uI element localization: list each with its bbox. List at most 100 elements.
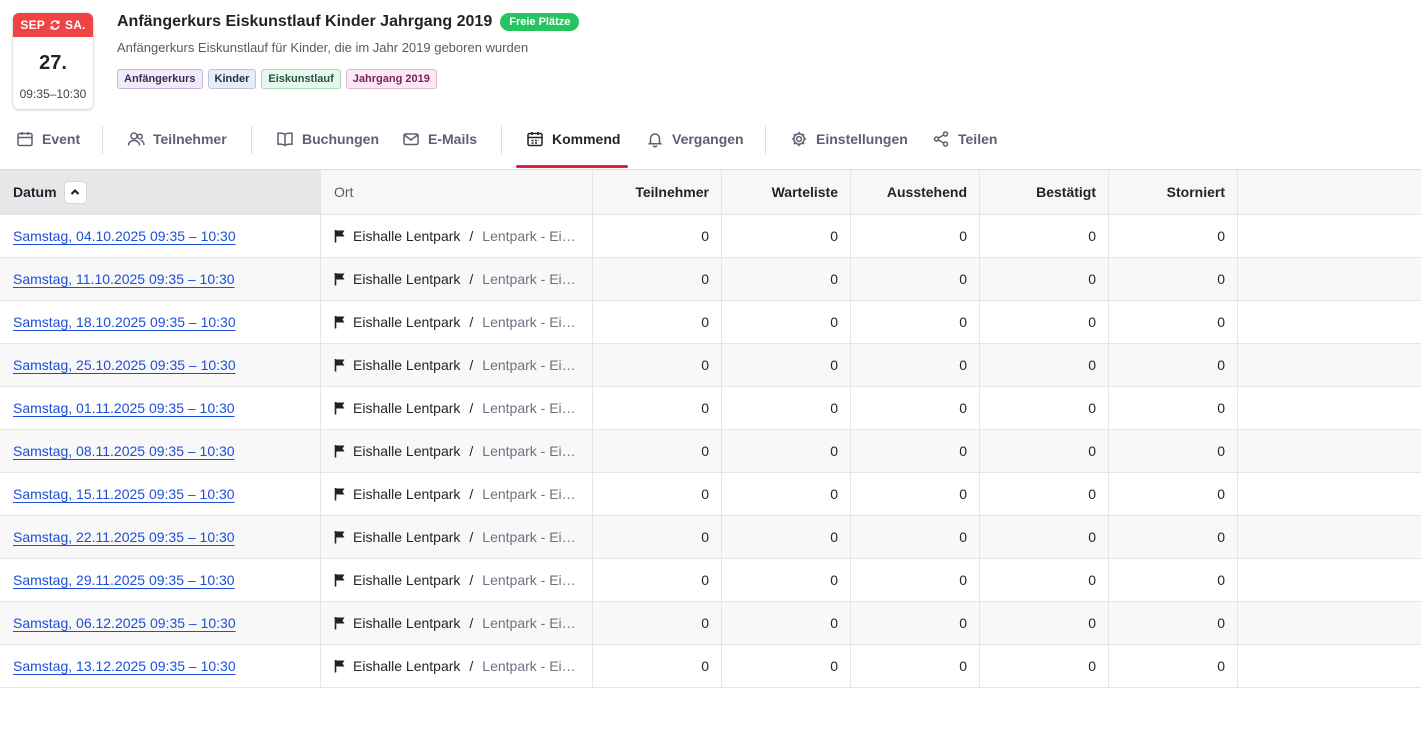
location: Eishalle Lentpark / Lentpark - Eisfläche (334, 486, 584, 502)
count-value: 0 (830, 357, 838, 373)
sublocation-link[interactable]: Lentpark - Eisfläche (482, 357, 580, 373)
occurrence-date-link[interactable]: Samstag, 22.11.2025 09:35 – 10:30 (13, 529, 235, 545)
sublocation-link[interactable]: Lentpark - Eisfläche (482, 615, 580, 631)
count-value: 0 (959, 314, 967, 330)
sublocation-link[interactable]: Lentpark - Eisfläche (482, 443, 580, 459)
count-value: 0 (830, 658, 838, 674)
teilnehmer-count: 0 (593, 301, 722, 343)
location: Eishalle Lentpark / Lentpark - Eisfläche (334, 357, 584, 373)
warteliste-count: 0 (722, 215, 851, 257)
occurrence-date-link[interactable]: Samstag, 06.12.2025 09:35 – 10:30 (13, 615, 236, 631)
location-cell: Eishalle Lentpark / Lentpark - Eisfläche (321, 602, 593, 644)
date-cell: Samstag, 01.11.2025 09:35 – 10:30 (0, 387, 321, 429)
column-header-teilnehmer[interactable]: Teilnehmer (593, 170, 722, 214)
occurrence-date-link[interactable]: Samstag, 18.10.2025 09:35 – 10:30 (13, 314, 236, 330)
location-cell: Eishalle Lentpark / Lentpark - Eisfläche (321, 344, 593, 386)
count-value: 0 (1217, 615, 1225, 631)
sublocation-link[interactable]: Lentpark - Eisfläche (482, 486, 580, 502)
sublocation-link[interactable]: Lentpark - Eisfläche (482, 314, 580, 330)
count-value: 0 (1088, 400, 1096, 416)
tab-kommend[interactable]: Kommend (526, 124, 620, 154)
teilnehmer-count: 0 (593, 645, 722, 687)
column-header-ort[interactable]: Ort (321, 170, 593, 214)
sublocation-link[interactable]: Lentpark - Eisfläche (482, 658, 580, 674)
event-header: SEP SA. 27. 09:35–10:30 Anfängerkurs Eis… (0, 0, 1421, 124)
location-name: Eishalle Lentpark (353, 572, 461, 588)
tab-label: Vergangen (672, 131, 744, 147)
ausstehend-count: 0 (851, 602, 980, 644)
storniert-count: 0 (1109, 473, 1238, 515)
location-name: Eishalle Lentpark (353, 228, 461, 244)
location-name: Eishalle Lentpark (353, 443, 461, 459)
occurrence-date-link[interactable]: Samstag, 25.10.2025 09:35 – 10:30 (13, 357, 236, 373)
occurrence-date-link[interactable]: Samstag, 13.12.2025 09:35 – 10:30 (13, 658, 236, 674)
count-value: 0 (1088, 314, 1096, 330)
location-name: Eishalle Lentpark (353, 658, 461, 674)
tab-einstellungen[interactable]: Einstellungen (790, 124, 908, 154)
occurrence-date-link[interactable]: Samstag, 01.11.2025 09:35 – 10:30 (13, 400, 235, 416)
count-value: 0 (701, 228, 709, 244)
tab-vergangen[interactable]: Vergangen (646, 124, 744, 154)
warteliste-count: 0 (722, 344, 851, 386)
occurrence-date-link[interactable]: Samstag, 04.10.2025 09:35 – 10:30 (13, 228, 236, 244)
sort-ascending-button[interactable] (64, 181, 86, 203)
teilnehmer-count: 0 (593, 473, 722, 515)
sublocation-link[interactable]: Lentpark - Eisfläche (482, 529, 580, 545)
column-header-datum[interactable]: Datum (0, 170, 321, 214)
event-tags: Anfängerkurs Kinder Eiskunstlauf Jahrgan… (117, 69, 437, 89)
teilnehmer-count: 0 (593, 258, 722, 300)
count-value: 0 (701, 443, 709, 459)
location-cell: Eishalle Lentpark / Lentpark - Eisfläche (321, 430, 593, 472)
tag[interactable]: Kinder (207, 69, 257, 89)
tab-label: Kommend (552, 131, 621, 147)
event-day: 27. (39, 52, 67, 74)
tab-teilen[interactable]: Teilen (932, 124, 997, 154)
column-header-storniert[interactable]: Storniert (1109, 170, 1238, 214)
storniert-count: 0 (1109, 559, 1238, 601)
occurrence-date-link[interactable]: Samstag, 29.11.2025 09:35 – 10:30 (13, 572, 235, 588)
sublocation-link[interactable]: Lentpark - Eisfläche (482, 271, 580, 287)
tab-divider (765, 126, 766, 154)
count-value: 0 (1217, 228, 1225, 244)
bestaetigt-count: 0 (980, 559, 1109, 601)
bestaetigt-count: 0 (980, 602, 1109, 644)
flag-icon (334, 359, 345, 372)
event-date-card: SEP SA. 27. 09:35–10:30 (13, 13, 93, 109)
column-header-ausstehend[interactable]: Ausstehend (851, 170, 980, 214)
tag[interactable]: Jahrgang 2019 (345, 69, 437, 89)
sublocation-link[interactable]: Lentpark - Eisfläche (482, 572, 580, 588)
ausstehend-count: 0 (851, 559, 980, 601)
occurrence-date-link[interactable]: Samstag, 11.10.2025 09:35 – 10:30 (13, 271, 235, 287)
occurrences-table: Datum Ort Teilnehmer Warteliste Ausstehe… (0, 170, 1421, 688)
table-header-row: Datum Ort Teilnehmer Warteliste Ausstehe… (0, 170, 1421, 215)
bestaetigt-count: 0 (980, 645, 1109, 687)
column-header-warteliste[interactable]: Warteliste (722, 170, 851, 214)
location: Eishalle Lentpark / Lentpark - Eisfläche (334, 615, 584, 631)
location: Eishalle Lentpark / Lentpark - Eisfläche (334, 314, 584, 330)
tab-divider (102, 126, 103, 154)
location-cell: Eishalle Lentpark / Lentpark - Eisfläche (321, 473, 593, 515)
occurrence-date-link[interactable]: Samstag, 15.11.2025 09:35 – 10:30 (13, 486, 235, 502)
ausstehend-count: 0 (851, 645, 980, 687)
location-cell: Eishalle Lentpark / Lentpark - Eisfläche (321, 387, 593, 429)
tag[interactable]: Eiskunstlauf (261, 69, 341, 89)
table-row: Samstag, 25.10.2025 09:35 – 10:30 Eishal… (0, 344, 1421, 387)
sublocation-link[interactable]: Lentpark - Eisfläche (482, 228, 580, 244)
column-header-bestaetigt[interactable]: Bestätigt (980, 170, 1109, 214)
storniert-count: 0 (1109, 387, 1238, 429)
bestaetigt-count: 0 (980, 516, 1109, 558)
flag-icon (334, 488, 345, 501)
location-cell: Eishalle Lentpark / Lentpark - Eisfläche (321, 645, 593, 687)
tab-emails[interactable]: E-Mails (402, 124, 477, 154)
share-icon (933, 131, 949, 147)
sublocation-link[interactable]: Lentpark - Eisfläche (482, 400, 580, 416)
tab-teilnehmer[interactable]: Teilnehmer (127, 124, 227, 154)
count-value: 0 (959, 443, 967, 459)
table-row: Samstag, 15.11.2025 09:35 – 10:30 Eishal… (0, 473, 1421, 516)
occurrence-date-link[interactable]: Samstag, 08.11.2025 09:35 – 10:30 (13, 443, 235, 459)
tab-buchungen[interactable]: Buchungen (276, 124, 379, 154)
count-value: 0 (830, 228, 838, 244)
tab-event[interactable]: Event (16, 124, 80, 154)
tag[interactable]: Anfängerkurs (117, 69, 203, 89)
storniert-count: 0 (1109, 430, 1238, 472)
